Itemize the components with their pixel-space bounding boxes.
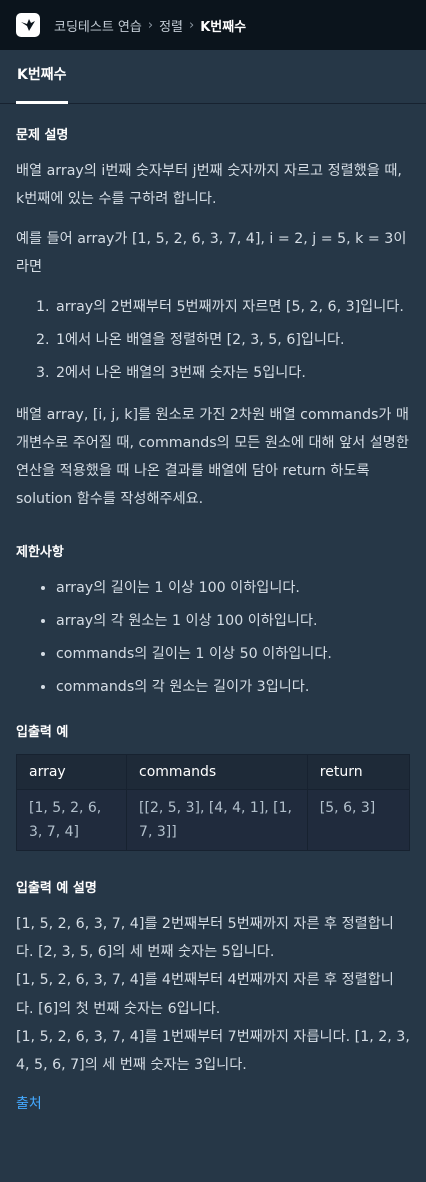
problem-paragraph-1: 배열 array의 i번째 숫자부터 j번째 숫자까지 자르고 정렬했을 때, … xyxy=(16,163,402,207)
list-item: array의 2번째부터 5번째까지 자르면 [5, 2, 6, 3]입니다. xyxy=(54,293,410,321)
explanation-line: [1, 5, 2, 6, 3, 7, 4]를 4번째부터 4번째까지 자른 후 … xyxy=(16,972,394,1017)
column-header-commands: commands xyxy=(126,754,308,790)
explanation-line: [1, 5, 2, 6, 3, 7, 4]를 1번째부터 7번째까지 자릅니다.… xyxy=(16,1028,410,1074)
explanation-line: [1, 5, 2, 6, 3, 7, 4]를 2번째부터 5번째까지 자른 후 … xyxy=(16,916,394,961)
list-item: 1에서 나온 배열을 정렬하면 [2, 3, 5, 6]입니다. xyxy=(54,326,410,354)
example-table: array commands return [1, 5, 2, 6, 3, 7,… xyxy=(15,754,411,851)
explanation-title: 입출력 예 설명 xyxy=(16,881,97,896)
breadcrumb-sort[interactable]: 정렬 xyxy=(159,16,183,35)
breadcrumb-practice[interactable]: 코딩테스트 연습 xyxy=(54,16,142,35)
cell-return: [5, 6, 3] xyxy=(306,789,411,851)
constraints-title: 제한사항 xyxy=(16,545,64,560)
list-item: array의 각 원소는 1 이상 100 이하입니다. xyxy=(56,607,410,635)
chevron-right-icon: › xyxy=(188,17,195,33)
list-item: commands의 길이는 1 이상 50 이하입니다. xyxy=(56,640,410,668)
breadcrumb-current: K번째수 xyxy=(200,19,247,35)
table-header-row: array commands return xyxy=(15,754,411,790)
example-steps: array의 2번째부터 5번째까지 자르면 [5, 2, 6, 3]입니다. … xyxy=(16,293,410,387)
cell-array: [1, 5, 2, 6, 3, 7, 4] xyxy=(15,789,128,851)
list-item: 2에서 나온 배열의 3번째 숫자는 5입니다. xyxy=(54,359,410,387)
column-header-array: array xyxy=(15,754,128,790)
explanation-body: [1, 5, 2, 6, 3, 7, 4]를 2번째부터 5번째까지 자른 후 … xyxy=(16,910,410,1079)
problem-paragraph-2: 예를 들어 array가 [1, 5, 2, 6, 3, 7, 4], i = … xyxy=(16,231,407,275)
cell-commands: [[2, 5, 3], [4, 4, 1], [1, 7, 3]] xyxy=(126,789,308,851)
top-bar: 코딩테스트 연습 › 정렬 › K번째수 xyxy=(0,0,426,50)
tab-bar: K번째수 xyxy=(0,50,426,104)
problem-paragraph-3: 배열 array, [i, j, k]를 원소로 가진 2차원 배열 comma… xyxy=(16,407,409,507)
tab-problem[interactable]: K번째수 xyxy=(16,50,68,104)
list-item: commands의 각 원소는 길이가 3입니다. xyxy=(56,673,410,701)
example-title: 입출력 예 xyxy=(16,725,69,740)
list-item: array의 길이는 1 이상 100 이하입니다. xyxy=(56,574,410,602)
problem-content: 문제 설명 배열 array의 i번째 숫자부터 j번째 숫자까지 자르고 정렬… xyxy=(0,104,426,1113)
constraints-list: array의 길이는 1 이상 100 이하입니다. array의 각 원소는 … xyxy=(16,574,410,701)
problem-title: 문제 설명 xyxy=(16,128,69,143)
chevron-right-icon: › xyxy=(147,17,154,33)
source-link[interactable]: 출처 xyxy=(16,1093,42,1113)
table-row: [1, 5, 2, 6, 3, 7, 4] [[2, 5, 3], [4, 4,… xyxy=(15,789,411,851)
column-header-return: return xyxy=(306,754,411,790)
programmers-logo-icon[interactable] xyxy=(16,13,40,37)
